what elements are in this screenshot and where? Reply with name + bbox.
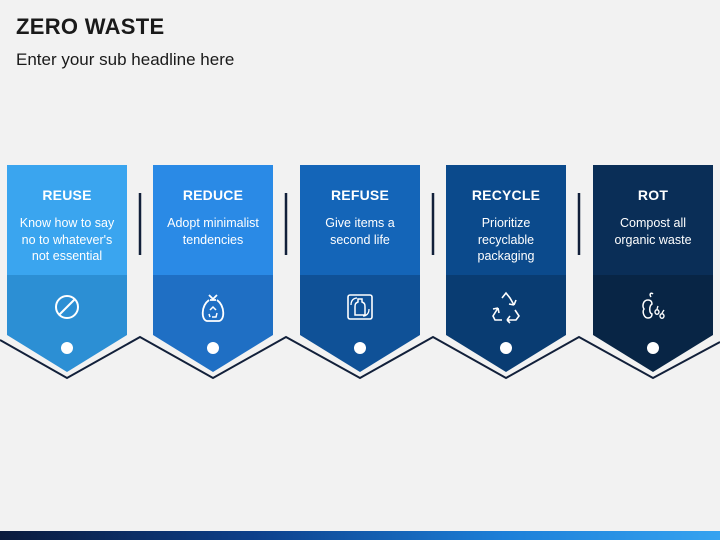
step-card-bottom bbox=[153, 275, 273, 372]
step-title: ROT bbox=[637, 187, 669, 203]
step-card-refuse: REFUSE Give items a second life bbox=[300, 165, 420, 372]
footer-accent-bar bbox=[0, 531, 720, 540]
step-dot bbox=[207, 342, 219, 354]
compost-icon bbox=[642, 292, 665, 319]
step-title: RECYCLE bbox=[471, 187, 541, 203]
step-card-top: RECYCLE Prioritize recyclable packaging bbox=[446, 165, 566, 275]
step-dot bbox=[61, 342, 73, 354]
step-dot bbox=[354, 342, 366, 354]
step-card-bottom bbox=[7, 275, 127, 372]
page-title: ZERO WASTE bbox=[16, 14, 165, 39]
step-card-bottom bbox=[446, 275, 566, 372]
step-card-bottom bbox=[300, 275, 420, 372]
step-card-bottom bbox=[593, 275, 713, 372]
page-subtitle: Enter your sub headline here bbox=[16, 50, 235, 69]
step-description: Adopt minimalist tendencies bbox=[167, 216, 259, 247]
step-card-top: REFUSE Give items a second life bbox=[300, 165, 420, 275]
step-description: Give items a second life bbox=[325, 216, 395, 247]
step-card-top: ROT Compost all organic waste bbox=[593, 165, 713, 275]
recycle-icon bbox=[492, 291, 520, 324]
waste-bag-icon bbox=[201, 294, 225, 322]
step-description: Prioritize recyclable packaging bbox=[477, 216, 535, 263]
step-dot bbox=[500, 342, 512, 354]
step-card-recycle: RECYCLE Prioritize recyclable packaging bbox=[446, 165, 566, 372]
step-description: Know how to say no to whatever's not ess… bbox=[19, 216, 115, 263]
step-card-rot: ROT Compost all organic waste bbox=[593, 165, 713, 372]
step-title: REDUCE bbox=[182, 187, 244, 203]
step-description: Compost all organic waste bbox=[614, 216, 692, 247]
prohibited-icon bbox=[55, 295, 79, 319]
reuse-bottle-icon bbox=[347, 294, 373, 320]
step-title: REUSE bbox=[42, 187, 92, 203]
step-card-reduce: REDUCE Adopt minimalist tendencies bbox=[153, 165, 273, 372]
step-card-reuse: REUSE Know how to say no to whatever's n… bbox=[7, 165, 127, 372]
step-title: REFUSE bbox=[331, 187, 389, 203]
step-card-top: REDUCE Adopt minimalist tendencies bbox=[153, 165, 273, 275]
step-card-top: REUSE Know how to say no to whatever's n… bbox=[7, 165, 127, 275]
step-dot bbox=[647, 342, 659, 354]
